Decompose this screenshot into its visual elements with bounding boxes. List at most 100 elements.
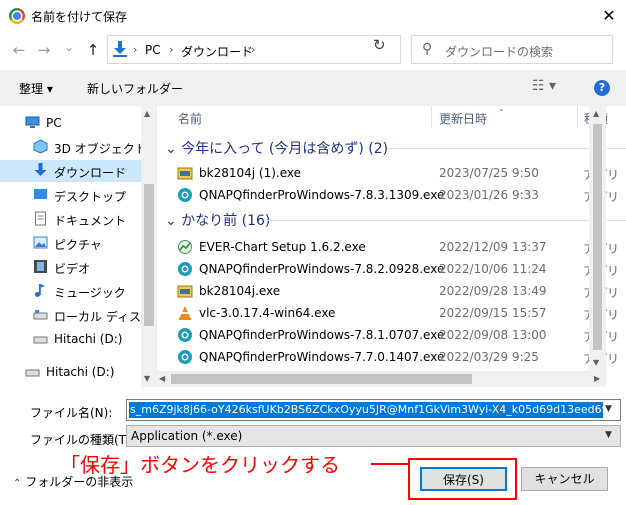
file-row[interactable]: bk28104j.exe 2022/09/28 13:49 アプリ: [177, 280, 626, 302]
file-list-vertical-scrollbar[interactable]: ▲ ▼: [589, 106, 606, 371]
scroll-down-icon[interactable]: ▼: [593, 358, 599, 367]
cancel-button[interactable]: キャンセル: [521, 467, 608, 491]
file-row[interactable]: QNAPQfinderProWindows-7.8.2.0928.exe 202…: [177, 258, 626, 280]
sidebar-item-local-disk-c[interactable]: ローカル ディスク (C: [0, 304, 142, 326]
group-collapse-icon[interactable]: ⌄: [165, 141, 177, 157]
search-input[interactable]: ⚲ ダウンロードの検索: [411, 35, 613, 64]
download-icon: [113, 41, 127, 57]
group-header-this-year[interactable]: ⌄ 今年に入って (今月は含めず) (2): [165, 138, 388, 158]
download-icon: [34, 163, 47, 176]
file-row[interactable]: bk28104j (1).exe 2023/07/25 9:50 アプリ: [177, 162, 626, 184]
chrome-icon: [9, 8, 25, 24]
navigation-pane: PC 3D オブジェクト ダウンロード デスクトップ ドキュメント ピクチャ ビ…: [0, 106, 157, 387]
file-row[interactable]: EVER-Chart Setup 1.6.2.exe 2022/12/09 13…: [177, 236, 626, 258]
sidebar-item-hitachi-d[interactable]: Hitachi (D:): [0, 328, 141, 350]
window-title: 名前を付けて保存: [31, 10, 128, 24]
vlc-icon: [179, 306, 191, 320]
breadcrumb-separator: ›: [169, 43, 174, 56]
sidebar-item-music[interactable]: ミュージック: [0, 280, 141, 302]
video-icon: [34, 260, 47, 273]
group-header-long-ago[interactable]: ⌄ かなり前 (16): [165, 210, 270, 230]
back-button[interactable]: ←: [8, 41, 30, 59]
filename-input[interactable]: s_m6Z9jk8j66-oY426ksfUKb2BS6ZCkxOyyu5JR@…: [126, 399, 621, 421]
forward-button[interactable]: →: [33, 41, 55, 59]
sidebar-item-documents[interactable]: ドキュメント: [0, 208, 141, 230]
scroll-up-icon[interactable]: ▲: [144, 109, 150, 118]
sidebar-item-3d-objects[interactable]: 3D オブジェクト: [0, 136, 142, 158]
file-row[interactable]: QNAPQfinderProWindows-7.7.0.1407.exe 202…: [177, 346, 626, 368]
group-collapse-icon[interactable]: ⌄: [165, 213, 177, 229]
sidebar-item-pictures[interactable]: ピクチャ: [0, 232, 141, 254]
annotation-pointer: [371, 463, 409, 465]
column-header-name[interactable]: 名前: [178, 110, 202, 132]
breadcrumb-pc[interactable]: PC: [145, 43, 161, 57]
qfinder-icon: [178, 262, 192, 276]
navigation-bar: ← → ⌄ ↑ › PC › ダウンロード › ⌄ ↻ ⚲ ダウンロードの検索: [0, 32, 626, 70]
filetype-value: Application (*.exe): [131, 429, 243, 443]
column-header-date[interactable]: 更新日時: [439, 110, 487, 132]
search-placeholder: ダウンロードの検索: [445, 45, 554, 59]
file-row[interactable]: vlc-3.0.17.4-win64.exe 2022/09/15 15:57 …: [177, 302, 626, 324]
qfinder-icon: [178, 350, 192, 364]
up-button[interactable]: ↑: [82, 41, 104, 59]
column-divider[interactable]: [577, 106, 578, 128]
filename-value: s_m6Z9jk8j66-oY426ksfUKb2BS6ZCkxOyyu5JR@…: [129, 402, 603, 418]
drive-icon: [33, 336, 48, 344]
breadcrumb-separator: ›: [251, 43, 256, 56]
drive-icon: [33, 310, 48, 320]
qfinder-icon: [178, 328, 192, 342]
address-bar[interactable]: › PC › ダウンロード › ⌄: [107, 35, 464, 64]
hide-folders-toggle[interactable]: ⌃ フォルダーの非表示: [13, 473, 133, 490]
breadcrumb-separator: ›: [133, 43, 138, 56]
scroll-down-icon[interactable]: ▼: [144, 374, 150, 383]
qfinder-icon: [178, 188, 192, 202]
sidebar-item-videos[interactable]: ビデオ: [0, 256, 141, 278]
column-divider[interactable]: [431, 106, 432, 128]
chart-setup-icon: [178, 240, 192, 254]
save-button[interactable]: 保存(S): [420, 467, 507, 491]
scroll-right-icon[interactable]: ▶: [594, 374, 600, 383]
installer-icon: [177, 167, 193, 180]
close-button[interactable]: ✕: [594, 4, 624, 28]
filetype-label: ファイルの種類(T):: [30, 433, 135, 447]
pc-icon: [25, 116, 40, 128]
recent-locations-button[interactable]: ⌄: [58, 40, 80, 54]
title-bar: 名前を付けて保存 ✕: [0, 0, 626, 32]
sidebar-item-downloads[interactable]: ダウンロード: [0, 160, 141, 182]
view-options-icon[interactable]: ☷ ▾: [532, 78, 556, 94]
file-list-horizontal-scrollbar[interactable]: ◀ ▶: [157, 371, 606, 387]
sidebar-item-hitachi-d-drive[interactable]: Hitachi (D:): [0, 361, 141, 383]
new-folder-button[interactable]: 新しいフォルダー: [87, 80, 183, 97]
filename-label: ファイル名(N):: [30, 406, 113, 420]
scroll-left-icon[interactable]: ◀: [159, 374, 165, 383]
music-icon: [35, 284, 45, 297]
chevron-down-icon[interactable]: ▼: [605, 430, 612, 440]
sidebar-scroll-thumb[interactable]: [144, 184, 154, 326]
refresh-icon[interactable]: ↻: [373, 36, 386, 54]
organize-button[interactable]: 整理 ▾: [19, 80, 53, 97]
desktop-icon: [34, 189, 47, 199]
file-list: 名前 ⌄ 更新日時 種類 ⌄ 今年に入って (今月は含めず) (2) bk281…: [157, 106, 626, 387]
help-icon[interactable]: ?: [594, 80, 610, 96]
sidebar-scrollbar[interactable]: ▲ ▼: [141, 106, 157, 387]
command-bar: 整理 ▾ 新しいフォルダー ☷ ▾ ?: [0, 70, 626, 106]
filetype-select[interactable]: Application (*.exe) ▼: [126, 425, 621, 447]
vertical-scroll-thumb[interactable]: [593, 124, 602, 350]
drive-icon: [25, 369, 40, 377]
breadcrumb-downloads[interactable]: ダウンロード: [181, 43, 253, 60]
sidebar-item-pc[interactable]: PC: [0, 112, 141, 134]
file-row[interactable]: QNAPQfinderProWindows-7.8.1.0707.exe 202…: [177, 324, 626, 346]
chevron-up-icon: ⌃: [13, 478, 22, 489]
installer-icon: [177, 285, 193, 298]
horizontal-scroll-thumb[interactable]: [171, 374, 472, 384]
picture-icon: [33, 236, 48, 249]
file-row[interactable]: QNAPQfinderProWindows-7.8.3.1309.exe 202…: [177, 184, 626, 206]
cube-icon: [33, 139, 48, 154]
scroll-up-icon[interactable]: ▲: [593, 109, 599, 118]
group-divider: [267, 220, 626, 221]
sort-indicator-icon: ⌄: [498, 106, 505, 113]
sidebar-item-desktop[interactable]: デスクトップ: [0, 184, 141, 206]
search-icon: ⚲: [422, 41, 433, 57]
document-icon: [35, 211, 46, 226]
chevron-down-icon[interactable]: ▼: [605, 404, 612, 414]
